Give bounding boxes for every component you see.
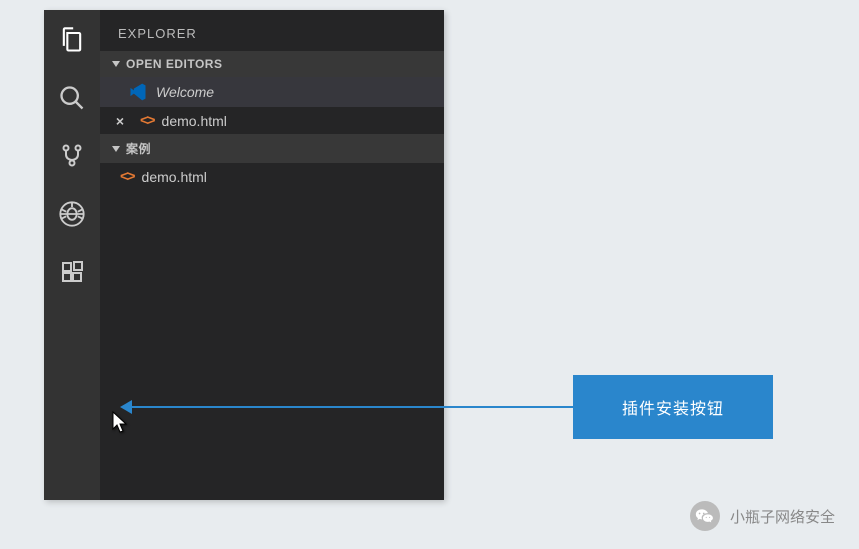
sidebar-title: EXPLORER	[100, 10, 444, 51]
file-label: demo.html	[162, 113, 227, 129]
open-editor-demo[interactable]: × <> demo.html	[100, 107, 444, 134]
footer-label: 小瓶子网络安全	[730, 506, 835, 527]
extensions-icon[interactable]	[56, 256, 88, 288]
source-control-icon[interactable]	[56, 140, 88, 172]
explorer-icon[interactable]	[56, 24, 88, 56]
footer-watermark: 小瓶子网络安全	[690, 501, 835, 531]
html-file-icon: <>	[140, 112, 154, 129]
search-icon[interactable]	[56, 82, 88, 114]
callout-arrow-icon	[120, 400, 132, 414]
wechat-icon	[690, 501, 720, 531]
chevron-down-icon	[112, 61, 120, 67]
file-label: Welcome	[156, 84, 214, 100]
callout-line	[130, 406, 573, 408]
vscode-logo-icon	[128, 82, 148, 102]
folder-label: 案例	[126, 140, 151, 157]
open-editor-welcome[interactable]: Welcome	[100, 77, 444, 107]
debug-icon[interactable]	[56, 198, 88, 230]
callout-box: 插件安装按钮	[573, 375, 773, 439]
file-item-demo[interactable]: <> demo.html	[100, 163, 444, 190]
html-file-icon: <>	[120, 168, 134, 185]
chevron-down-icon	[112, 146, 120, 152]
explorer-sidebar: EXPLORER OPEN EDITORS Welcome × <> demo.…	[100, 10, 444, 500]
callout-label: 插件安装按钮	[622, 395, 724, 419]
open-editors-header[interactable]: OPEN EDITORS	[100, 51, 444, 77]
folder-header[interactable]: 案例	[100, 134, 444, 163]
open-editors-label: OPEN EDITORS	[126, 57, 222, 71]
activity-bar	[44, 10, 100, 500]
file-label: demo.html	[142, 169, 207, 185]
editor-window: EXPLORER OPEN EDITORS Welcome × <> demo.…	[44, 10, 444, 500]
close-icon[interactable]: ×	[112, 113, 128, 129]
